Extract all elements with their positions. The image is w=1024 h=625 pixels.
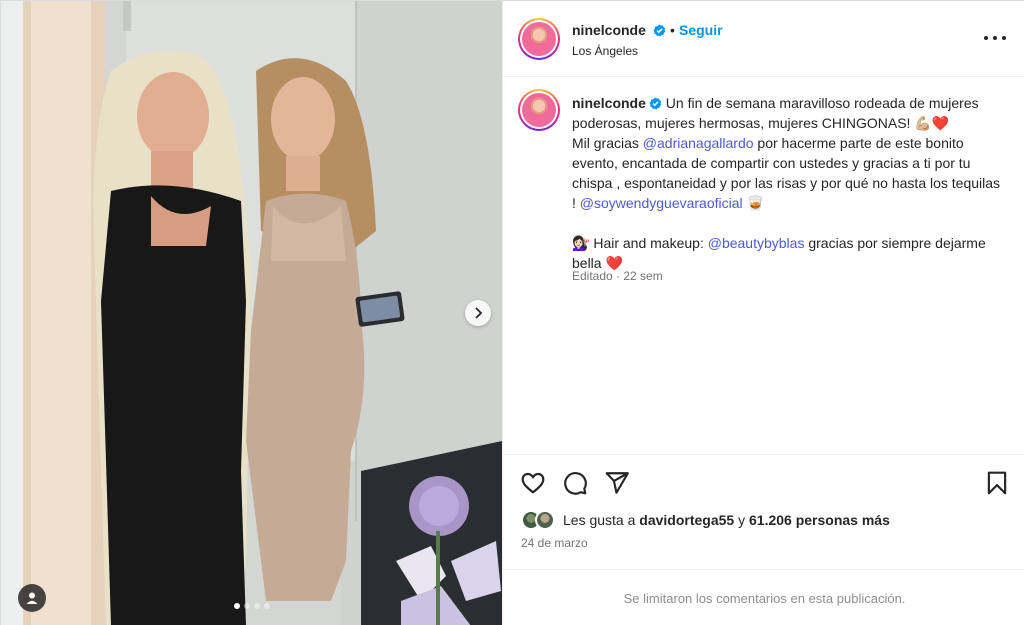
post-date[interactable]: 24 de marzo [521,536,588,550]
post-media[interactable] [1,1,502,625]
heart-icon [521,472,545,494]
comment-button[interactable] [562,470,588,496]
mention-link[interactable]: @adrianagallardo [643,135,754,151]
post-photo [1,1,502,625]
carousel-dot [264,603,270,609]
caption-avatar[interactable] [518,89,560,131]
author-username-link[interactable]: ninelconde [572,22,666,38]
carousel-dot [254,603,260,609]
credit-label: Hair and makeup: [593,235,704,251]
caption-section: ninelconde Un fin de semana maravilloso … [503,78,1024,454]
author-username: ninelconde [572,22,646,38]
carousel-indicator [234,603,270,609]
follow-button[interactable]: Seguir [679,22,723,38]
caption-text: ninelconde Un fin de semana maravilloso … [572,93,1002,273]
location-link[interactable]: Los Ángeles [572,44,638,58]
chevron-right-icon [475,307,483,319]
emoji: 💇🏻‍♀️ [572,235,590,251]
avatar[interactable] [518,18,560,60]
more-options-button[interactable] [984,30,1006,46]
bookmark-icon [987,471,1007,495]
likes-summary[interactable]: Les gusta a davidortega55 y 61.206 perso… [521,510,890,530]
mention-link[interactable]: @beautybyblas [708,235,805,251]
next-slide-button[interactable] [465,300,491,326]
caption-thanks: Mil gracias [572,135,639,151]
separator-dot: • [670,22,675,38]
caption-username[interactable]: ninelconde [572,95,662,111]
share-button[interactable] [604,470,630,496]
mention-link[interactable]: @soywendyguevaraoficial [580,195,743,211]
more-options-icon [984,36,988,40]
post-side-panel: ninelconde • Seguir Los Ángeles ninelcon… [502,1,1024,625]
verified-badge-icon [649,97,662,110]
user-tag-icon [26,592,38,604]
liker-username[interactable]: davidortega55 [639,512,734,528]
like-button[interactable] [520,470,546,496]
likes-count[interactable]: 61.206 personas más [749,512,890,528]
liker-avatars [521,510,557,530]
comment-icon [564,472,587,495]
tagged-users-button[interactable] [18,584,46,612]
carousel-dot [244,603,250,609]
edited-timestamp: Editado · 22 sem [572,269,663,283]
carousel-dot [234,603,240,609]
verified-badge-icon [653,24,666,37]
share-icon [605,472,629,494]
emoji: 💪🏼❤️ [914,115,950,131]
post-header: ninelconde • Seguir Los Ángeles [503,1,1024,77]
comments-limited-notice: Se limitaron los comentarios en esta pub… [503,569,1024,625]
likes-text: Les gusta a davidortega55 y 61.206 perso… [563,512,890,528]
instagram-post-dialog: ninelconde • Seguir Los Ángeles ninelcon… [0,0,1024,625]
emoji: 🥃 [746,195,764,211]
action-bar [503,454,1024,509]
save-button[interactable] [984,470,1010,496]
caption-credits: 💇🏻‍♀️ Hair and makeup: @beautybyblas gra… [572,233,1002,273]
